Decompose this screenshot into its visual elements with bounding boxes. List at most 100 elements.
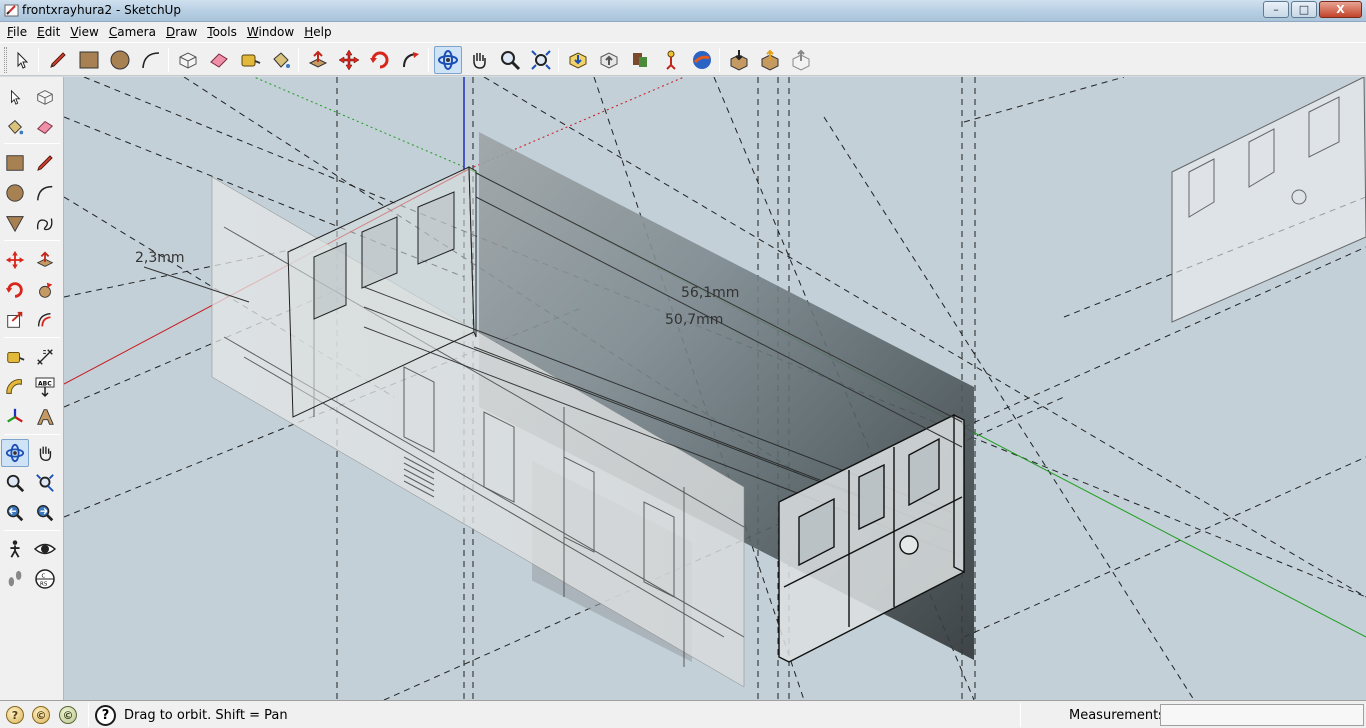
user-icon[interactable]: ©: [59, 706, 77, 724]
toolbar-separator: [719, 48, 720, 72]
follow-me-icon[interactable]: [397, 46, 425, 74]
import-icon[interactable]: [725, 46, 753, 74]
svg-text:RS: RS: [40, 582, 48, 588]
toolbar-separator: [428, 48, 429, 72]
palette-look-around-icon[interactable]: [31, 535, 59, 563]
move-icon[interactable]: [335, 46, 363, 74]
position-camera-icon[interactable]: [657, 46, 685, 74]
palette-separator: [4, 337, 60, 338]
palette-scale-icon[interactable]: [1, 306, 29, 334]
palette-polygon-icon[interactable]: [1, 209, 29, 237]
pan-icon[interactable]: [465, 46, 493, 74]
menu-edit[interactable]: Edit: [32, 22, 65, 42]
palette-zoom-icon[interactable]: [1, 469, 29, 497]
palette-separator: [4, 240, 60, 241]
share-model-icon[interactable]: [595, 46, 623, 74]
preview-icon[interactable]: [787, 46, 815, 74]
status-bar: ? © © ? Drag to orbit. Shift = Pan Measu…: [0, 700, 1366, 728]
arc-icon[interactable]: [137, 46, 165, 74]
menu-edit-mnemonic: E: [37, 25, 45, 39]
measurements-input[interactable]: [1160, 704, 1364, 726]
palette-walk-icon[interactable]: [1, 535, 29, 563]
palette-offset-icon[interactable]: [31, 306, 59, 334]
google-earth-icon[interactable]: [688, 46, 716, 74]
palette-text-icon[interactable]: ABC: [31, 373, 59, 401]
menu-camera[interactable]: Camera: [104, 22, 161, 42]
palette-circle-icon[interactable]: [1, 179, 29, 207]
orbit-icon[interactable]: [434, 46, 462, 74]
menu-tools[interactable]: Tools: [202, 22, 242, 42]
palette-pan-icon[interactable]: [31, 439, 59, 467]
sketchup-app-icon: [4, 4, 19, 17]
palette-line-icon[interactable]: [31, 149, 59, 177]
close-button[interactable]: X: [1319, 1, 1362, 18]
dimension-label-3[interactable]: 50,7mm: [665, 312, 723, 328]
status-hint: Drag to orbit. Shift = Pan: [124, 708, 288, 723]
zoom-extents-icon[interactable]: [527, 46, 555, 74]
circle-icon[interactable]: [106, 46, 134, 74]
menu-camera-mnemonic: C: [108, 25, 118, 39]
menu-help-mnemonic: H: [304, 25, 314, 39]
palette-footprints-icon[interactable]: [1, 565, 29, 593]
menu-file[interactable]: File: [2, 22, 32, 42]
palette-tape-measure-icon[interactable]: [1, 343, 29, 371]
paint-bucket-icon[interactable]: [267, 46, 295, 74]
menu-tools-rest: ools: [212, 25, 237, 39]
menu-file-rest: ile: [13, 25, 28, 39]
palette-paint-bucket-icon[interactable]: [1, 113, 29, 141]
palette-follow-me-icon[interactable]: [31, 276, 59, 304]
menu-draw-mnemonic: D: [165, 25, 176, 39]
palette-separator: [4, 530, 60, 531]
palette-dimension-icon[interactable]: [31, 343, 59, 371]
maximize-button[interactable]: □: [1291, 1, 1317, 18]
get-models-icon[interactable]: [564, 46, 592, 74]
zoom-icon[interactable]: [496, 46, 524, 74]
make-component-icon[interactable]: [174, 46, 202, 74]
palette-3d-text-icon[interactable]: [31, 403, 59, 431]
palette-next-view-icon[interactable]: [31, 499, 59, 527]
select-icon[interactable]: [8, 46, 36, 74]
geo-location-icon[interactable]: ?: [6, 706, 24, 724]
toolbar-grip[interactable]: [4, 47, 7, 73]
tool-palette: ABC C RS: [0, 77, 64, 700]
dimension-label-1[interactable]: 2,3mm: [135, 250, 185, 266]
palette-previous-view-icon[interactable]: [1, 499, 29, 527]
menu-draw[interactable]: Draw: [161, 22, 202, 42]
toolbar-separator: [168, 48, 169, 72]
menu-window[interactable]: Window: [242, 22, 299, 42]
rotate-icon[interactable]: [366, 46, 394, 74]
palette-orbit-icon[interactable]: [1, 439, 29, 467]
palette-freehand-icon[interactable]: [31, 209, 59, 237]
toolbar-separator: [38, 48, 39, 72]
palette-rectangle-icon[interactable]: [1, 149, 29, 177]
component-icon[interactable]: [626, 46, 654, 74]
palette-protractor-icon[interactable]: [1, 373, 29, 401]
pencil-icon[interactable]: [44, 46, 72, 74]
help-button[interactable]: ?: [95, 705, 116, 726]
sketchup-window: frontxrayhura2 - SketchUp – □ X File Edi…: [0, 0, 1366, 728]
palette-arc-icon[interactable]: [31, 179, 59, 207]
minimize-button[interactable]: –: [1263, 1, 1289, 18]
svg-text:C: C: [42, 574, 46, 580]
palette-zoom-window-icon[interactable]: [31, 469, 59, 497]
rectangle-icon[interactable]: [75, 46, 103, 74]
palette-section-plane-icon[interactable]: C RS: [31, 565, 59, 593]
export-icon[interactable]: [756, 46, 784, 74]
credits-icon[interactable]: ©: [32, 706, 50, 724]
palette-push-pull-icon[interactable]: [31, 246, 59, 274]
push-pull-icon[interactable]: [304, 46, 332, 74]
palette-make-component-icon[interactable]: [31, 83, 59, 111]
eraser-icon[interactable]: [205, 46, 233, 74]
menu-help[interactable]: Help: [299, 22, 336, 42]
title-bar: frontxrayhura2 - SketchUp – □ X: [0, 0, 1366, 22]
palette-separator: [4, 143, 60, 144]
palette-select-icon[interactable]: [1, 83, 29, 111]
palette-rotate-icon[interactable]: [1, 276, 29, 304]
palette-axes-icon[interactable]: [1, 403, 29, 431]
palette-eraser-icon[interactable]: [31, 113, 59, 141]
3d-viewport[interactable]: 2,3mm 56,1mm 50,7mm: [64, 77, 1366, 700]
tape-measure-icon[interactable]: [236, 46, 264, 74]
dimension-label-2[interactable]: 56,1mm: [681, 285, 739, 301]
menu-view[interactable]: View: [65, 22, 103, 42]
palette-move-icon[interactable]: [1, 246, 29, 274]
